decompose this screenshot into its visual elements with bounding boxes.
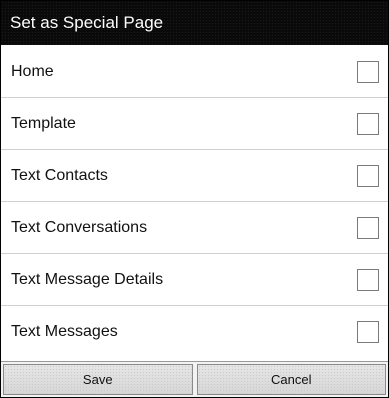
dialog-footer: Save Cancel: [1, 361, 388, 397]
list-item-text-conversations[interactable]: Text Conversations: [1, 202, 388, 254]
list-item-home[interactable]: Home: [1, 46, 388, 98]
text-contacts-checkbox[interactable]: [357, 165, 379, 187]
list-item-text-contacts[interactable]: Text Contacts: [1, 150, 388, 202]
list-item-label: Template: [11, 115, 76, 132]
cancel-button[interactable]: Cancel: [196, 364, 386, 395]
text-conversations-checkbox[interactable]: [357, 217, 379, 239]
list-item-label: Text Contacts: [11, 167, 108, 184]
template-checkbox[interactable]: [357, 113, 379, 135]
list-item-text-message-details[interactable]: Text Message Details: [1, 254, 388, 306]
special-page-dialog: Set as Special Page Home Template Text C…: [0, 0, 389, 398]
text-messages-checkbox[interactable]: [357, 321, 379, 343]
dialog-title: Set as Special Page: [1, 1, 388, 45]
save-button[interactable]: Save: [3, 364, 193, 395]
list-item-label: Text Message Details: [11, 271, 164, 288]
list-item-text-messages[interactable]: Text Messages: [1, 306, 388, 358]
list-item-label: Text Conversations: [11, 219, 148, 236]
home-checkbox[interactable]: [357, 61, 379, 83]
list-item-label: Text Messages: [11, 323, 118, 340]
text-message-details-checkbox[interactable]: [357, 269, 379, 291]
list-item-template[interactable]: Template: [1, 98, 388, 150]
special-page-list: Home Template Text Contacts Text Convers…: [1, 46, 388, 358]
list-item-label: Home: [11, 63, 54, 80]
